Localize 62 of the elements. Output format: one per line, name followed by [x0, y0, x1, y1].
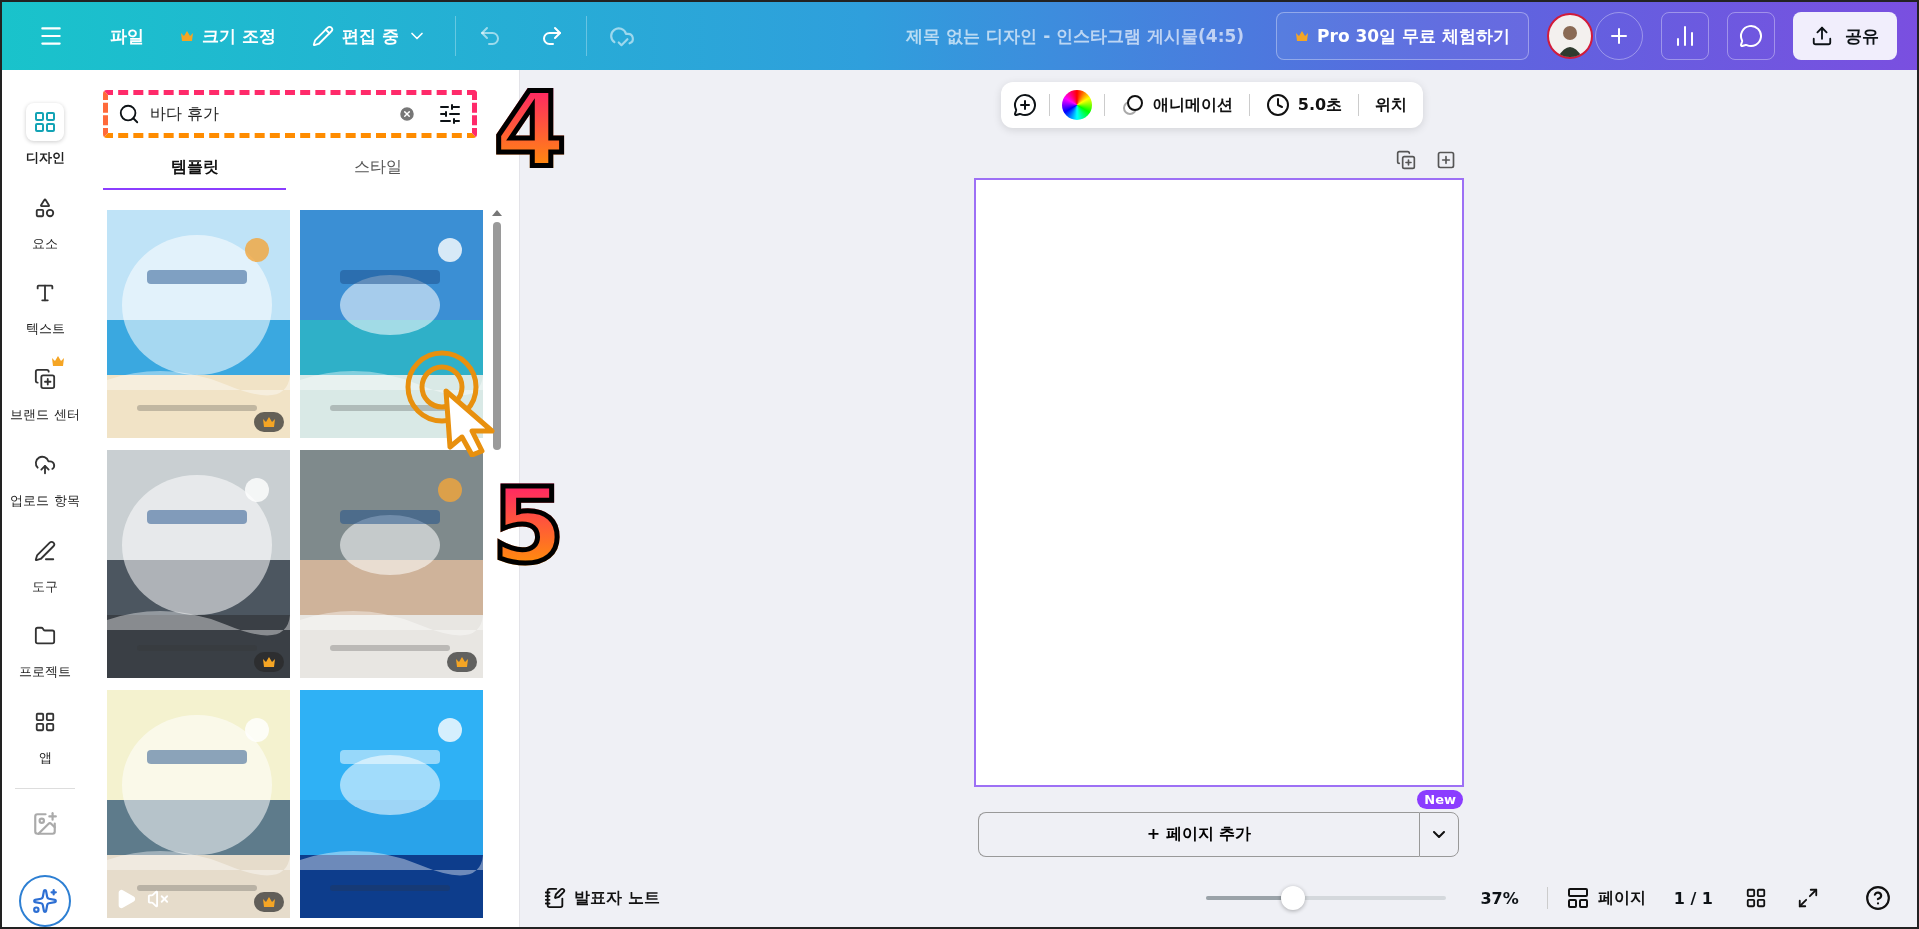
scrollbar[interactable] [492, 210, 502, 450]
crown-icon [262, 656, 276, 668]
crown-icon [1295, 30, 1310, 42]
sidebar-item[interactable]: 프로젝트 [5, 606, 85, 693]
search-input[interactable]: 바다 휴가 [150, 104, 388, 124]
sidebar-item[interactable]: 도구 [5, 520, 85, 607]
add-page-button[interactable]: + 페이지 추가 [978, 812, 1419, 857]
design-icon [33, 109, 57, 134]
sparkles-icon[interactable] [32, 888, 58, 915]
add-page-icon[interactable] [1435, 150, 1456, 170]
search-field[interactable]: 바다 휴가 [103, 90, 477, 138]
notes-icon [544, 887, 566, 909]
brand-icon [34, 368, 56, 391]
duration-button[interactable]: 5.0초 [1261, 89, 1347, 121]
clear-icon[interactable] [398, 105, 416, 123]
search-icon [118, 103, 140, 125]
new-badge: New [1417, 790, 1463, 809]
crown-icon [455, 656, 469, 668]
sidebar-item[interactable]: 앱 [5, 692, 85, 779]
circles-icon [1120, 93, 1145, 117]
chevron-down-icon [1433, 831, 1445, 838]
pages-icon [1565, 886, 1590, 910]
notes-button[interactable]: 발표자 노트 [538, 886, 666, 910]
tab[interactable]: 스타일 [286, 146, 469, 190]
sidebar-item[interactable]: 디자인 [5, 92, 85, 178]
share-button[interactable]: 공유 [1793, 12, 1897, 60]
add-page-dropdown[interactable] [1419, 812, 1459, 857]
upload-icon[interactable] [1811, 25, 1833, 47]
comment-button[interactable] [1727, 12, 1775, 60]
pages-button[interactable]: 페이지 [1561, 882, 1650, 914]
sidebar-item[interactable]: 텍스트 [5, 263, 85, 350]
speech-bubble-icon[interactable] [1739, 24, 1763, 48]
slider-thumb[interactable] [1280, 886, 1305, 910]
color-wheel-icon[interactable] [1061, 90, 1092, 120]
comment-add-icon[interactable] [1012, 93, 1037, 117]
position-button[interactable]: 위치 [1371, 90, 1412, 120]
zoom-slider[interactable] [1206, 886, 1447, 910]
filter-icon[interactable] [438, 102, 462, 126]
grid-view-icon[interactable] [1745, 887, 1767, 909]
crown-icon [262, 896, 276, 908]
sidebar-item[interactable]: 브랜드 센터 [5, 349, 85, 436]
zoom-reading: 37% [1480, 888, 1519, 908]
page-count: 1 / 1 [1673, 888, 1713, 908]
scroll-up-arrow-icon[interactable] [492, 210, 502, 216]
sidebar-item[interactable]: 업로드 항목 [5, 435, 85, 521]
pencil-icon [311, 25, 334, 47]
help-icon[interactable] [1865, 885, 1891, 911]
pen-icon [34, 539, 56, 562]
clock-icon [1265, 93, 1290, 117]
sidebar-item[interactable]: 요소 [5, 177, 85, 264]
shapes-icon [34, 196, 56, 219]
animation-button[interactable]: 애니메이션 [1116, 89, 1237, 121]
tab[interactable]: 템플릿 [103, 146, 286, 190]
pro-trial-button[interactable]: Pro 30일 무료 체험하기 [1276, 12, 1529, 60]
fullscreen-icon[interactable] [1797, 887, 1819, 909]
avatar[interactable] [1547, 13, 1593, 59]
magic-button[interactable] [19, 875, 71, 927]
insights-button[interactable] [1661, 12, 1709, 60]
cloud-upload-icon [34, 453, 56, 476]
apps-icon [34, 711, 56, 734]
duplicate-page-icon[interactable] [1395, 150, 1416, 170]
crown-icon [262, 416, 276, 428]
